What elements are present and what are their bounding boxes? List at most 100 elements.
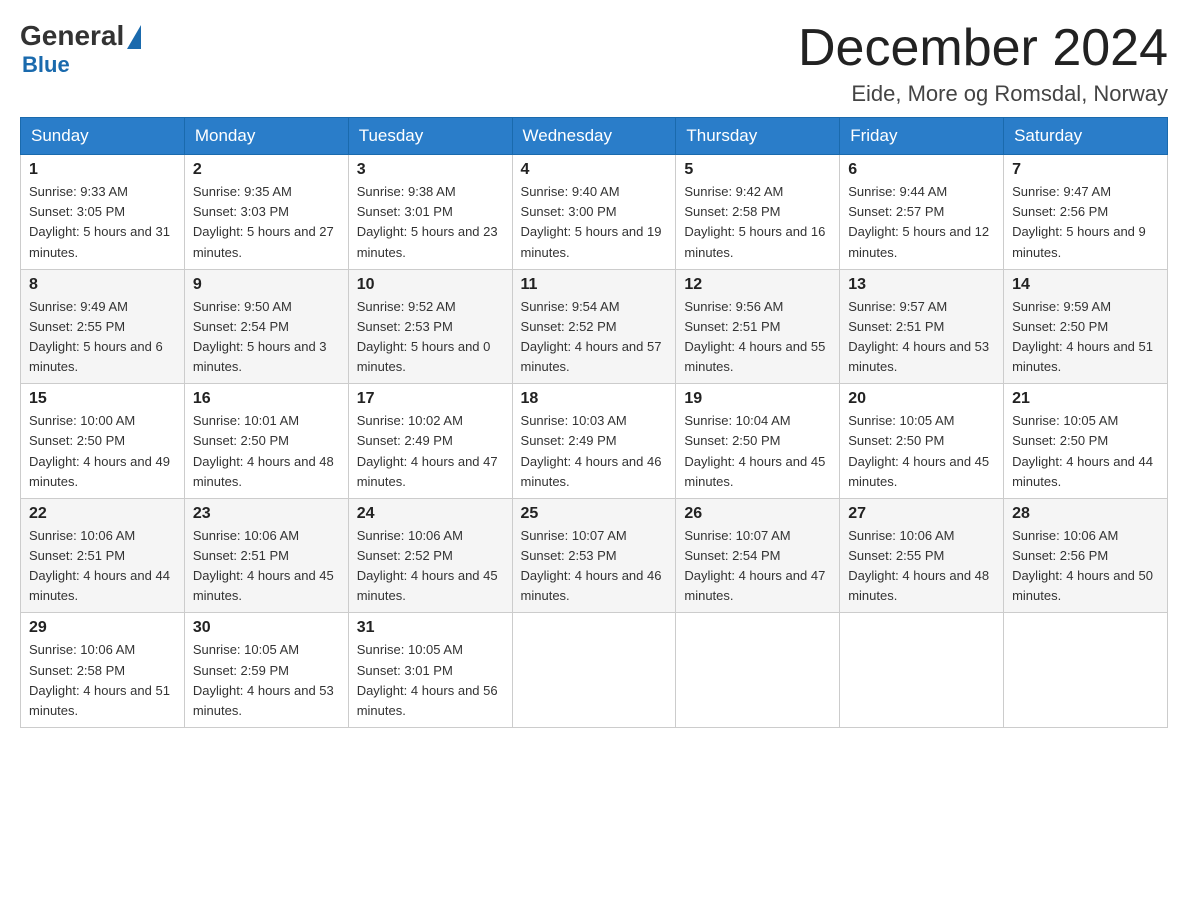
day-number: 2: [193, 161, 340, 179]
table-row: 2 Sunrise: 9:35 AM Sunset: 3:03 PM Dayli…: [184, 155, 348, 270]
day-number: 1: [29, 161, 176, 179]
col-friday: Friday: [840, 118, 1004, 155]
day-info: Sunrise: 10:06 AM Sunset: 2:52 PM Daylig…: [357, 526, 504, 607]
day-info: Sunrise: 10:04 AM Sunset: 2:50 PM Daylig…: [684, 411, 831, 492]
col-saturday: Saturday: [1004, 118, 1168, 155]
table-row: 12 Sunrise: 9:56 AM Sunset: 2:51 PM Dayl…: [676, 269, 840, 384]
table-row: 5 Sunrise: 9:42 AM Sunset: 2:58 PM Dayli…: [676, 155, 840, 270]
table-row: 11 Sunrise: 9:54 AM Sunset: 2:52 PM Dayl…: [512, 269, 676, 384]
title-section: December 2024 Eide, More og Romsdal, Nor…: [798, 20, 1168, 107]
day-number: 17: [357, 390, 504, 408]
day-info: Sunrise: 9:35 AM Sunset: 3:03 PM Dayligh…: [193, 182, 340, 263]
day-number: 18: [521, 390, 668, 408]
day-number: 24: [357, 505, 504, 523]
day-info: Sunrise: 10:07 AM Sunset: 2:54 PM Daylig…: [684, 526, 831, 607]
day-info: Sunrise: 10:07 AM Sunset: 2:53 PM Daylig…: [521, 526, 668, 607]
day-number: 22: [29, 505, 176, 523]
col-wednesday: Wednesday: [512, 118, 676, 155]
day-info: Sunrise: 10:06 AM Sunset: 2:56 PM Daylig…: [1012, 526, 1159, 607]
day-info: Sunrise: 10:05 AM Sunset: 2:50 PM Daylig…: [1012, 411, 1159, 492]
col-tuesday: Tuesday: [348, 118, 512, 155]
day-info: Sunrise: 9:33 AM Sunset: 3:05 PM Dayligh…: [29, 182, 176, 263]
day-number: 7: [1012, 161, 1159, 179]
page-header: General Blue December 2024 Eide, More og…: [20, 20, 1168, 107]
day-info: Sunrise: 10:05 AM Sunset: 2:50 PM Daylig…: [848, 411, 995, 492]
day-info: Sunrise: 9:42 AM Sunset: 2:58 PM Dayligh…: [684, 182, 831, 263]
logo: General Blue: [20, 20, 141, 78]
day-info: Sunrise: 10:05 AM Sunset: 2:59 PM Daylig…: [193, 640, 340, 721]
day-number: 3: [357, 161, 504, 179]
day-info: Sunrise: 9:59 AM Sunset: 2:50 PM Dayligh…: [1012, 297, 1159, 378]
table-row: 7 Sunrise: 9:47 AM Sunset: 2:56 PM Dayli…: [1004, 155, 1168, 270]
day-info: Sunrise: 10:06 AM Sunset: 2:58 PM Daylig…: [29, 640, 176, 721]
day-info: Sunrise: 9:54 AM Sunset: 2:52 PM Dayligh…: [521, 297, 668, 378]
day-number: 9: [193, 276, 340, 294]
day-number: 4: [521, 161, 668, 179]
day-number: 29: [29, 619, 176, 637]
day-number: 20: [848, 390, 995, 408]
table-row: 16 Sunrise: 10:01 AM Sunset: 2:50 PM Day…: [184, 384, 348, 499]
table-row: 23 Sunrise: 10:06 AM Sunset: 2:51 PM Day…: [184, 498, 348, 613]
day-number: 26: [684, 505, 831, 523]
table-row: [840, 613, 1004, 728]
col-thursday: Thursday: [676, 118, 840, 155]
calendar-week-row: 1 Sunrise: 9:33 AM Sunset: 3:05 PM Dayli…: [21, 155, 1168, 270]
table-row: 22 Sunrise: 10:06 AM Sunset: 2:51 PM Day…: [21, 498, 185, 613]
location-subtitle: Eide, More og Romsdal, Norway: [798, 81, 1168, 107]
table-row: 6 Sunrise: 9:44 AM Sunset: 2:57 PM Dayli…: [840, 155, 1004, 270]
day-info: Sunrise: 9:56 AM Sunset: 2:51 PM Dayligh…: [684, 297, 831, 378]
day-info: Sunrise: 9:52 AM Sunset: 2:53 PM Dayligh…: [357, 297, 504, 378]
day-info: Sunrise: 9:44 AM Sunset: 2:57 PM Dayligh…: [848, 182, 995, 263]
col-sunday: Sunday: [21, 118, 185, 155]
day-info: Sunrise: 9:50 AM Sunset: 2:54 PM Dayligh…: [193, 297, 340, 378]
table-row: 13 Sunrise: 9:57 AM Sunset: 2:51 PM Dayl…: [840, 269, 1004, 384]
day-info: Sunrise: 9:57 AM Sunset: 2:51 PM Dayligh…: [848, 297, 995, 378]
table-row: 20 Sunrise: 10:05 AM Sunset: 2:50 PM Day…: [840, 384, 1004, 499]
table-row: 19 Sunrise: 10:04 AM Sunset: 2:50 PM Day…: [676, 384, 840, 499]
day-number: 28: [1012, 505, 1159, 523]
day-info: Sunrise: 10:05 AM Sunset: 3:01 PM Daylig…: [357, 640, 504, 721]
table-row: 21 Sunrise: 10:05 AM Sunset: 2:50 PM Day…: [1004, 384, 1168, 499]
day-number: 25: [521, 505, 668, 523]
table-row: 17 Sunrise: 10:02 AM Sunset: 2:49 PM Day…: [348, 384, 512, 499]
day-info: Sunrise: 9:38 AM Sunset: 3:01 PM Dayligh…: [357, 182, 504, 263]
day-info: Sunrise: 10:01 AM Sunset: 2:50 PM Daylig…: [193, 411, 340, 492]
calendar-week-row: 29 Sunrise: 10:06 AM Sunset: 2:58 PM Day…: [21, 613, 1168, 728]
calendar-header-row: Sunday Monday Tuesday Wednesday Thursday…: [21, 118, 1168, 155]
table-row: 31 Sunrise: 10:05 AM Sunset: 3:01 PM Day…: [348, 613, 512, 728]
logo-triangle-icon: [127, 25, 141, 49]
logo-blue-text: Blue: [22, 52, 70, 78]
day-number: 19: [684, 390, 831, 408]
day-info: Sunrise: 10:03 AM Sunset: 2:49 PM Daylig…: [521, 411, 668, 492]
table-row: 4 Sunrise: 9:40 AM Sunset: 3:00 PM Dayli…: [512, 155, 676, 270]
day-number: 8: [29, 276, 176, 294]
table-row: 3 Sunrise: 9:38 AM Sunset: 3:01 PM Dayli…: [348, 155, 512, 270]
calendar-week-row: 8 Sunrise: 9:49 AM Sunset: 2:55 PM Dayli…: [21, 269, 1168, 384]
calendar-table: Sunday Monday Tuesday Wednesday Thursday…: [20, 117, 1168, 728]
day-number: 14: [1012, 276, 1159, 294]
day-number: 15: [29, 390, 176, 408]
day-number: 13: [848, 276, 995, 294]
table-row: 18 Sunrise: 10:03 AM Sunset: 2:49 PM Day…: [512, 384, 676, 499]
table-row: 1 Sunrise: 9:33 AM Sunset: 3:05 PM Dayli…: [21, 155, 185, 270]
day-info: Sunrise: 9:47 AM Sunset: 2:56 PM Dayligh…: [1012, 182, 1159, 263]
day-info: Sunrise: 10:00 AM Sunset: 2:50 PM Daylig…: [29, 411, 176, 492]
table-row: [676, 613, 840, 728]
day-info: Sunrise: 10:06 AM Sunset: 2:51 PM Daylig…: [193, 526, 340, 607]
day-number: 5: [684, 161, 831, 179]
day-info: Sunrise: 9:49 AM Sunset: 2:55 PM Dayligh…: [29, 297, 176, 378]
table-row: 8 Sunrise: 9:49 AM Sunset: 2:55 PM Dayli…: [21, 269, 185, 384]
table-row: 26 Sunrise: 10:07 AM Sunset: 2:54 PM Day…: [676, 498, 840, 613]
table-row: 15 Sunrise: 10:00 AM Sunset: 2:50 PM Day…: [21, 384, 185, 499]
table-row: 24 Sunrise: 10:06 AM Sunset: 2:52 PM Day…: [348, 498, 512, 613]
month-title: December 2024: [798, 20, 1168, 77]
day-info: Sunrise: 10:02 AM Sunset: 2:49 PM Daylig…: [357, 411, 504, 492]
table-row: 9 Sunrise: 9:50 AM Sunset: 2:54 PM Dayli…: [184, 269, 348, 384]
table-row: 14 Sunrise: 9:59 AM Sunset: 2:50 PM Dayl…: [1004, 269, 1168, 384]
logo-general-text: General: [20, 20, 124, 52]
day-number: 23: [193, 505, 340, 523]
day-info: Sunrise: 10:06 AM Sunset: 2:55 PM Daylig…: [848, 526, 995, 607]
day-number: 30: [193, 619, 340, 637]
day-number: 6: [848, 161, 995, 179]
day-number: 21: [1012, 390, 1159, 408]
